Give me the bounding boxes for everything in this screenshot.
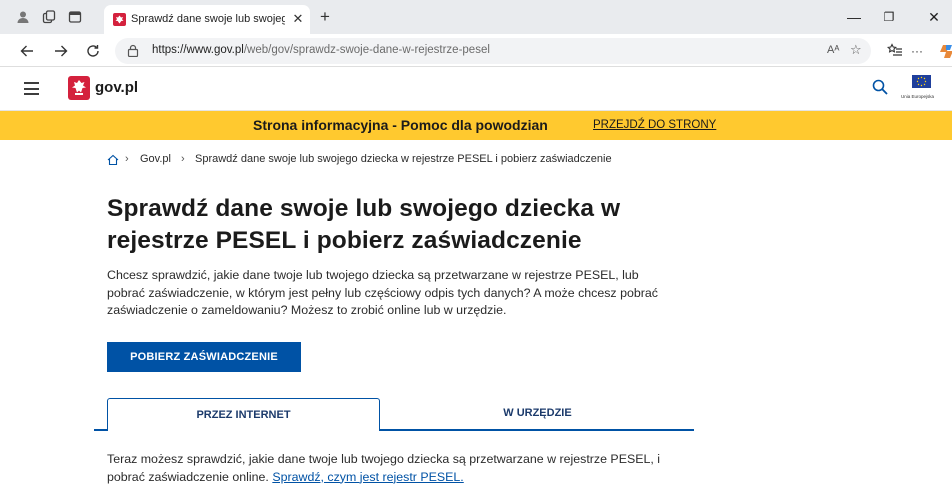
copilot-icon[interactable] <box>940 43 952 63</box>
favorites-list-icon[interactable] <box>887 43 903 61</box>
forward-icon[interactable] <box>52 42 70 60</box>
more-options-icon[interactable]: ··· <box>911 43 923 59</box>
flood-info-text: Strona informacyjna - Pomoc dla powodzia… <box>253 117 548 133</box>
download-certificate-button[interactable]: POBIERZ ZAŚWIADCZENIE <box>107 342 301 372</box>
tab-content-text: Teraz możesz sprawdzić, jakie dane twoje… <box>107 451 677 486</box>
url-path: /web/gov/sprawdz-swoje-dane-w-rejestrze-… <box>243 44 490 56</box>
logo-text[interactable]: gov.pl <box>95 79 138 96</box>
new-tab-icon[interactable]: + <box>320 8 330 25</box>
close-window-icon[interactable]: ✕ <box>924 9 944 25</box>
site-header: gov.pl Unia Europejska <box>0 67 952 111</box>
gov-favicon-icon <box>113 13 126 26</box>
tab-title: Sprawdź dane swoje lub swojego dziecka <box>131 13 285 25</box>
minimize-icon[interactable]: — <box>844 9 864 25</box>
browser-tab[interactable]: Sprawdź dane swoje lub swojego dziecka ✕ <box>104 5 310 34</box>
favorite-star-icon[interactable]: ☆ <box>850 42 862 58</box>
profile-icon[interactable] <box>14 8 32 26</box>
search-icon[interactable] <box>872 79 888 100</box>
home-icon[interactable] <box>107 154 119 169</box>
restore-icon[interactable]: ❐ <box>879 9 899 25</box>
eu-flag-icon[interactable] <box>912 75 931 88</box>
tab-in-office-label: W URZĘDZIE <box>503 407 572 419</box>
lock-icon[interactable] <box>127 44 139 62</box>
tab-online[interactable]: PRZEZ INTERNET <box>107 398 380 431</box>
page-title: Sprawdź dane swoje lub swojego dziecka w… <box>107 195 621 254</box>
url-host: https://www.gov.pl <box>152 44 244 56</box>
pesel-info-link[interactable]: Sprawdź, czym jest rejestr PESEL. <box>272 470 463 484</box>
breadcrumb-item-govpl[interactable]: Gov.pl <box>140 153 171 165</box>
tab-online-label: PRZEZ INTERNET <box>196 409 291 421</box>
url-field[interactable]: https://www.gov.pl/web/gov/sprawdz-swoje… <box>115 38 871 64</box>
tab-in-office[interactable]: W URZĘDZIE <box>381 398 694 429</box>
browser-tab-strip: Sprawdź dane swoje lub swojego dziecka ✕… <box>0 0 952 34</box>
intro-paragraph: Chcesz sprawdzić, jakie dane twoje lub t… <box>107 268 658 317</box>
menu-icon[interactable] <box>24 82 39 95</box>
workspaces-icon[interactable] <box>40 8 58 26</box>
address-bar: https://www.gov.pl/web/gov/sprawdz-swoje… <box>0 34 952 67</box>
tab-actions-icon[interactable] <box>66 8 84 26</box>
flood-info-bar: Strona informacyjna - Pomoc dla powodzia… <box>0 111 952 140</box>
breadcrumb-item-current: Sprawdź dane swoje lub swojego dziecka w… <box>195 153 612 165</box>
chevron-right-icon: › <box>181 153 185 165</box>
back-icon[interactable] <box>18 42 36 60</box>
chevron-right-icon: › <box>125 153 129 165</box>
read-aloud-icon[interactable]: Aᴬ <box>827 44 839 56</box>
gov-eagle-logo-icon[interactable] <box>68 76 90 100</box>
url-text: https://www.gov.pl/web/gov/sprawdz-swoje… <box>152 44 490 56</box>
channel-tabs: PRZEZ INTERNET W URZĘDZIE <box>94 398 694 432</box>
close-tab-icon[interactable]: ✕ <box>290 11 306 27</box>
flood-info-link[interactable]: PRZEJDŹ DO STRONY <box>593 119 716 131</box>
eu-label: Unia Europejska <box>901 94 935 99</box>
refresh-icon[interactable] <box>84 42 102 60</box>
